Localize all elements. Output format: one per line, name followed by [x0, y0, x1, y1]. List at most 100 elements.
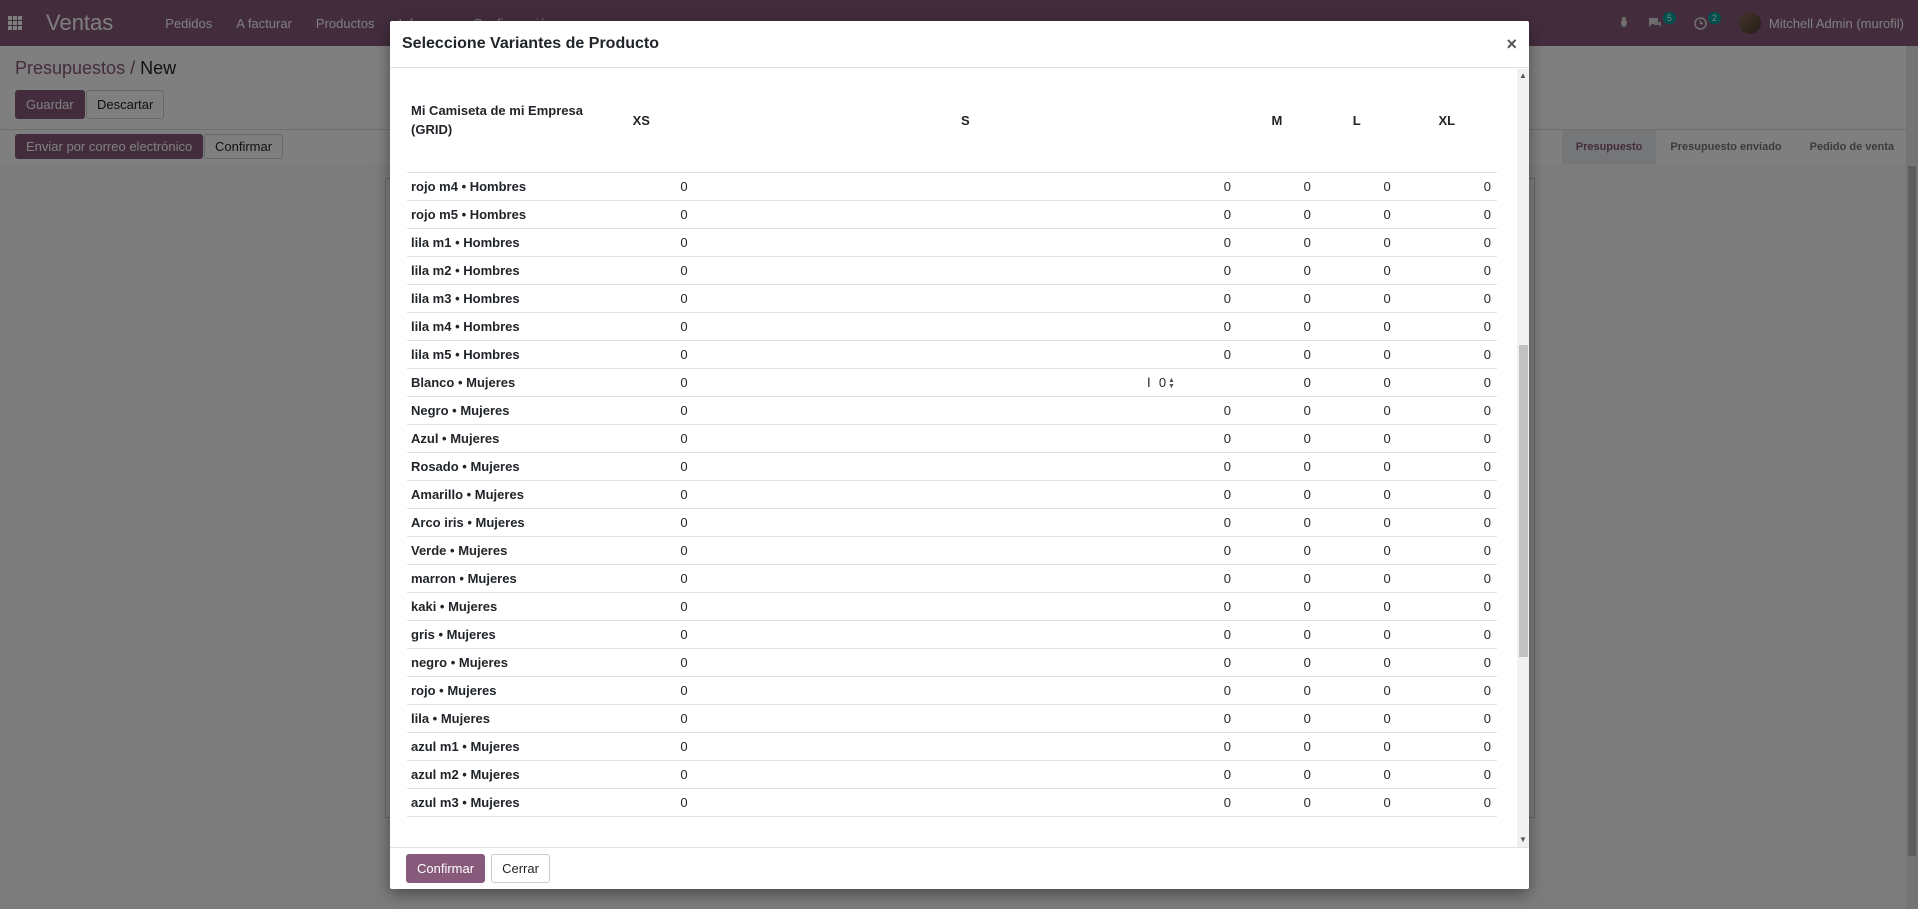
- quantity-cell[interactable]: 0: [693, 200, 1237, 229]
- quantity-input[interactable]: 0: [1304, 599, 1311, 614]
- scroll-down-arrow-icon[interactable]: ▼: [1518, 835, 1528, 845]
- quantity-input[interactable]: 0: [1383, 263, 1390, 278]
- quantity-input[interactable]: 0: [1484, 179, 1491, 194]
- quantity-input[interactable]: 0: [1304, 683, 1311, 698]
- quantity-input[interactable]: 0: [1383, 375, 1390, 390]
- quantity-input[interactable]: 0: [1484, 263, 1491, 278]
- quantity-cell[interactable]: 0: [1236, 536, 1317, 565]
- quantity-cell[interactable]: 0: [1236, 200, 1317, 229]
- confirm-button[interactable]: Confirmar: [406, 854, 486, 883]
- quantity-input[interactable]: 0: [1383, 431, 1390, 446]
- quantity-input[interactable]: 0: [1224, 795, 1231, 810]
- quantity-cell[interactable]: 0: [1236, 228, 1317, 257]
- spinner-arrows-icon[interactable]: ▲ ▼: [1168, 377, 1175, 390]
- quantity-input[interactable]: 0: [1484, 655, 1491, 670]
- quantity-input[interactable]: 0: [1484, 319, 1491, 334]
- quantity-input[interactable]: 0: [1224, 207, 1231, 222]
- quantity-cell[interactable]: 0: [1236, 452, 1317, 481]
- quantity-input[interactable]: 0: [1224, 179, 1231, 194]
- quantity-input[interactable]: 0: [680, 655, 687, 670]
- quantity-cell[interactable]: 0: [589, 732, 694, 761]
- quantity-input[interactable]: 0: [680, 515, 687, 530]
- quantity-input[interactable]: 0: [1383, 655, 1390, 670]
- quantity-cell[interactable]: 0: [1396, 704, 1497, 733]
- quantity-cell[interactable]: 0: [1396, 732, 1497, 761]
- quantity-input[interactable]: 0: [1383, 515, 1390, 530]
- quantity-cell[interactable]: 0: [693, 284, 1237, 313]
- quantity-input[interactable]: 0: [1484, 599, 1491, 614]
- quantity-cell[interactable]: 0: [1316, 396, 1397, 425]
- quantity-cell[interactable]: 0: [1396, 788, 1497, 817]
- quantity-cell[interactable]: 0: [589, 676, 694, 705]
- quantity-cell[interactable]: 0: [1316, 508, 1397, 537]
- quantity-cell[interactable]: 0: [1316, 564, 1397, 593]
- quantity-cell[interactable]: 0: [1396, 284, 1497, 313]
- quantity-cell[interactable]: 0: [589, 228, 694, 257]
- quantity-cell[interactable]: 0: [693, 704, 1237, 733]
- quantity-cell[interactable]: 0: [1316, 536, 1397, 565]
- quantity-input[interactable]: 0: [680, 319, 687, 334]
- quantity-cell[interactable]: 0: [589, 760, 694, 789]
- quantity-input[interactable]: 0: [1159, 375, 1166, 390]
- quantity-cell[interactable]: 0: [1316, 452, 1397, 481]
- quantity-cell[interactable]: 0: [1236, 592, 1317, 621]
- quantity-input[interactable]: 0: [1224, 627, 1231, 642]
- quantity-cell[interactable]: 0: [1236, 480, 1317, 509]
- quantity-cell[interactable]: 0: [1316, 368, 1397, 397]
- quantity-cell[interactable]: 0: [1316, 676, 1397, 705]
- quantity-cell[interactable]: 0: [693, 536, 1237, 565]
- quantity-cell[interactable]: 0: [693, 396, 1237, 425]
- quantity-input[interactable]: 0: [680, 459, 687, 474]
- quantity-cell[interactable]: 0: [589, 508, 694, 537]
- quantity-cell[interactable]: 0: [589, 564, 694, 593]
- quantity-input[interactable]: 0: [1224, 767, 1231, 782]
- quantity-cell[interactable]: 0: [589, 480, 694, 509]
- quantity-cell[interactable]: 0: [693, 788, 1237, 817]
- quantity-cell[interactable]: 0: [1236, 676, 1317, 705]
- quantity-cell[interactable]: 0: [693, 620, 1237, 649]
- quantity-cell[interactable]: 0: [1316, 284, 1397, 313]
- quantity-input[interactable]: 0: [1383, 767, 1390, 782]
- quantity-input[interactable]: 0: [1484, 571, 1491, 586]
- quantity-cell[interactable]: 0: [589, 368, 694, 397]
- quantity-input[interactable]: 0: [1383, 599, 1390, 614]
- quantity-cell[interactable]: 0: [1236, 256, 1317, 285]
- quantity-input[interactable]: 0: [1304, 739, 1311, 754]
- quantity-input[interactable]: 0: [1304, 291, 1311, 306]
- quantity-input[interactable]: 0: [1224, 347, 1231, 362]
- quantity-cell[interactable]: 0: [1316, 648, 1397, 677]
- quantity-input[interactable]: 0: [1383, 291, 1390, 306]
- quantity-input[interactable]: 0: [680, 739, 687, 754]
- quantity-cell[interactable]: 0: [693, 340, 1237, 369]
- scroll-up-arrow-icon[interactable]: ▲: [1518, 71, 1528, 81]
- quantity-cell[interactable]: 0: [1396, 480, 1497, 509]
- quantity-cell[interactable]: 0: [1316, 732, 1397, 761]
- quantity-input[interactable]: 0: [680, 571, 687, 586]
- quantity-cell[interactable]: 0: [1316, 760, 1397, 789]
- quantity-input[interactable]: 0: [1304, 375, 1311, 390]
- quantity-cell[interactable]: 0: [1316, 424, 1397, 453]
- quantity-input[interactable]: 0: [1224, 487, 1231, 502]
- quantity-cell[interactable]: 0: [589, 452, 694, 481]
- quantity-cell[interactable]: 0: [693, 452, 1237, 481]
- quantity-cell[interactable]: 0: [1396, 312, 1497, 341]
- quantity-cell[interactable]: 0: [1236, 284, 1317, 313]
- quantity-input[interactable]: 0: [680, 711, 687, 726]
- quantity-input[interactable]: 0: [1484, 459, 1491, 474]
- quantity-cell[interactable]: 0: [693, 172, 1237, 201]
- quantity-input[interactable]: 0: [680, 375, 687, 390]
- quantity-cell[interactable]: 0: [1316, 172, 1397, 201]
- quantity-cell[interactable]: 0: [1236, 508, 1317, 537]
- quantity-input[interactable]: 0: [1304, 179, 1311, 194]
- quantity-input[interactable]: 0: [1304, 207, 1311, 222]
- quantity-input[interactable]: 0: [1304, 319, 1311, 334]
- quantity-cell[interactable]: 0: [1316, 228, 1397, 257]
- quantity-input[interactable]: 0: [1484, 739, 1491, 754]
- quantity-input[interactable]: 0: [1484, 431, 1491, 446]
- quantity-cell[interactable]: 0: [1236, 620, 1317, 649]
- quantity-input[interactable]: 0: [1304, 515, 1311, 530]
- quantity-input[interactable]: 0: [680, 795, 687, 810]
- quantity-input[interactable]: 0: [1224, 515, 1231, 530]
- quantity-cell[interactable]: 0: [1236, 732, 1317, 761]
- quantity-cell[interactable]: 0: [693, 228, 1237, 257]
